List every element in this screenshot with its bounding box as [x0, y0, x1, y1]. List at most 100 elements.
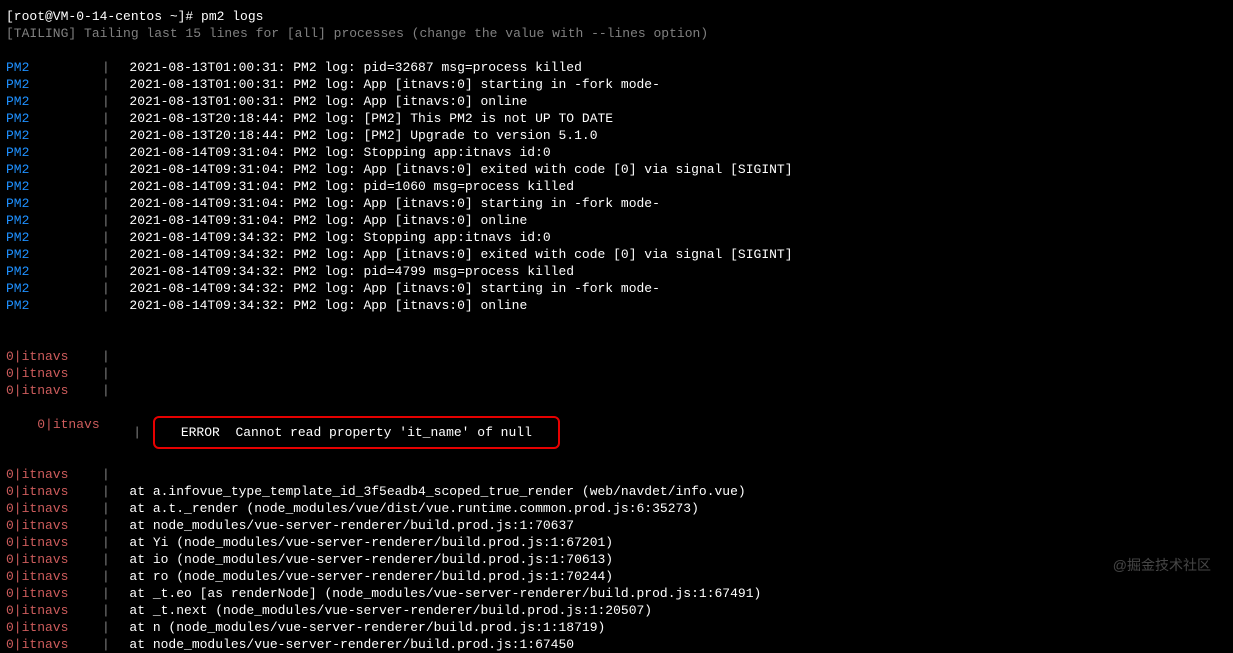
- error-log-line: 0|itnavs| at _t.next (node_modules/vue-s…: [6, 602, 1227, 619]
- error-log-line: 0|itnavs|: [6, 365, 1227, 382]
- blank-line: [6, 331, 1227, 348]
- log-message: 2021-08-14T09:34:32: PM2 log: App [itnav…: [114, 298, 527, 313]
- separator-pipe: |: [102, 280, 110, 297]
- pm2-log-line: PM2| 2021-08-14T09:31:04: PM2 log: App […: [6, 212, 1227, 229]
- log-message: 2021-08-14T09:31:04: PM2 log: pid=1060 m…: [114, 179, 574, 194]
- error-app-label: 0|itnavs: [6, 483, 102, 500]
- log-message: at a.t._render (node_modules/vue/dist/vu…: [114, 501, 699, 516]
- error-log-line: 0|itnavs| at a.infovue_type_template_id_…: [6, 483, 1227, 500]
- log-message: 2021-08-14T09:34:32: PM2 log: Stopping a…: [114, 230, 551, 245]
- pm2-log-line: PM2| 2021-08-14T09:31:04: PM2 log: pid=1…: [6, 178, 1227, 195]
- log-message: at n (node_modules/vue-server-renderer/b…: [114, 620, 605, 635]
- pm2-app-label: PM2: [6, 59, 102, 76]
- pm2-app-label: PM2: [6, 110, 102, 127]
- pm2-log-line: PM2| 2021-08-13T01:00:31: PM2 log: pid=3…: [6, 59, 1227, 76]
- separator-pipe: |: [102, 144, 110, 161]
- pm2-log-block: PM2| 2021-08-13T01:00:31: PM2 log: pid=3…: [6, 59, 1227, 314]
- pm2-app-label: PM2: [6, 297, 102, 314]
- error-log-line: 0|itnavs| at n (node_modules/vue-server-…: [6, 619, 1227, 636]
- pm2-app-label: PM2: [6, 195, 102, 212]
- error-log-line: 0|itnavs| at io (node_modules/vue-server…: [6, 551, 1227, 568]
- pm2-log-line: PM2| 2021-08-14T09:34:32: PM2 log: App […: [6, 297, 1227, 314]
- error-after-blank: 0|itnavs|: [6, 466, 1227, 483]
- separator-pipe: |: [133, 424, 141, 441]
- separator-pipe: |: [102, 466, 110, 483]
- error-log-line: 0|itnavs|: [6, 348, 1227, 365]
- separator-pipe: |: [102, 500, 110, 517]
- error-log-line: 0|itnavs| at node_modules/vue-server-ren…: [6, 636, 1227, 653]
- error-log-line: 0|itnavs| at ro (node_modules/vue-server…: [6, 568, 1227, 585]
- error-app-label: 0|itnavs: [6, 602, 102, 619]
- log-message: 2021-08-14T09:31:04: PM2 log: Stopping a…: [114, 145, 551, 160]
- separator-pipe: |: [102, 568, 110, 585]
- log-message: 2021-08-14T09:34:32: PM2 log: App [itnav…: [114, 281, 660, 296]
- error-log-line: 0|itnavs| at node_modules/vue-server-ren…: [6, 517, 1227, 534]
- log-message: 2021-08-14T09:31:04: PM2 log: App [itnav…: [114, 162, 793, 177]
- pm2-log-line: PM2| 2021-08-13T20:18:44: PM2 log: [PM2]…: [6, 110, 1227, 127]
- separator-pipe: |: [102, 534, 110, 551]
- terminal-output: [root@VM-0-14-centos ~]# pm2 logs [TAILI…: [6, 8, 1227, 653]
- pm2-app-label: PM2: [6, 246, 102, 263]
- separator-pipe: |: [102, 263, 110, 280]
- pm2-log-line: PM2| 2021-08-13T20:18:44: PM2 log: [PM2]…: [6, 127, 1227, 144]
- pm2-app-label: PM2: [6, 263, 102, 280]
- error-log-line: 0|itnavs| at a.t._render (node_modules/v…: [6, 500, 1227, 517]
- error-app-label: 0|itnavs: [6, 619, 102, 636]
- separator-pipe: |: [102, 161, 110, 178]
- separator-pipe: |: [102, 483, 110, 500]
- pm2-log-line: PM2| 2021-08-14T09:31:04: PM2 log: App […: [6, 195, 1227, 212]
- log-message: at ro (node_modules/vue-server-renderer/…: [114, 569, 613, 584]
- log-message: at _t.next (node_modules/vue-server-rend…: [114, 603, 652, 618]
- pm2-log-line: PM2| 2021-08-14T09:34:32: PM2 log: Stopp…: [6, 229, 1227, 246]
- error-app-label: 0|itnavs: [37, 416, 133, 433]
- separator-pipe: |: [102, 59, 110, 76]
- pm2-log-line: PM2| 2021-08-14T09:34:32: PM2 log: App […: [6, 280, 1227, 297]
- separator-pipe: |: [102, 110, 110, 127]
- error-app-label: 0|itnavs: [6, 636, 102, 653]
- pm2-log-line: PM2| 2021-08-14T09:34:32: PM2 log: App […: [6, 246, 1227, 263]
- error-app-label: 0|itnavs: [6, 585, 102, 602]
- separator-pipe: |: [102, 365, 110, 382]
- pm2-app-label: PM2: [6, 93, 102, 110]
- error-log-line: 0|itnavs| at _t.eo [as renderNode] (node…: [6, 585, 1227, 602]
- log-message: at node_modules/vue-server-renderer/buil…: [114, 637, 574, 652]
- separator-pipe: |: [102, 229, 110, 246]
- stack-trace-block: 0|itnavs| at a.infovue_type_template_id_…: [6, 483, 1227, 653]
- log-message: 2021-08-14T09:31:04: PM2 log: App [itnav…: [114, 213, 527, 228]
- error-highlight-line: 0|itnavs| ERROR Cannot read property 'it…: [6, 399, 1227, 466]
- log-message: 2021-08-14T09:34:32: PM2 log: App [itnav…: [114, 247, 793, 262]
- error-log-line: 0|itnavs| at Yi (node_modules/vue-server…: [6, 534, 1227, 551]
- error-app-label: 0|itnavs: [6, 365, 102, 382]
- error-log-line: 0|itnavs|: [6, 382, 1227, 399]
- prompt-line: [root@VM-0-14-centos ~]# pm2 logs: [6, 8, 1227, 25]
- log-message: 2021-08-14T09:31:04: PM2 log: App [itnav…: [114, 196, 660, 211]
- pm2-log-line: PM2| 2021-08-14T09:31:04: PM2 log: App […: [6, 161, 1227, 178]
- pm2-app-label: PM2: [6, 212, 102, 229]
- error-app-label: 0|itnavs: [6, 517, 102, 534]
- separator-pipe: |: [102, 585, 110, 602]
- tailing-line: [TAILING] Tailing last 15 lines for [all…: [6, 25, 1227, 42]
- pm2-app-label: PM2: [6, 144, 102, 161]
- log-message: at node_modules/vue-server-renderer/buil…: [114, 518, 574, 533]
- pm2-app-label: PM2: [6, 178, 102, 195]
- error-app-label: 0|itnavs: [6, 500, 102, 517]
- log-message: at Yi (node_modules/vue-server-renderer/…: [114, 535, 613, 550]
- pm2-app-label: PM2: [6, 280, 102, 297]
- separator-pipe: |: [102, 551, 110, 568]
- error-highlight-box: ERROR Cannot read property 'it_name' of …: [153, 416, 560, 449]
- separator-pipe: |: [102, 602, 110, 619]
- pm2-app-label: PM2: [6, 229, 102, 246]
- log-message: 2021-08-13T01:00:31: PM2 log: pid=32687 …: [114, 60, 582, 75]
- pm2-log-line: PM2| 2021-08-14T09:34:32: PM2 log: pid=4…: [6, 263, 1227, 280]
- blank-line: [6, 314, 1227, 331]
- blank-line: [6, 42, 1227, 59]
- error-app-label: 0|itnavs: [6, 382, 102, 399]
- pm2-app-label: PM2: [6, 76, 102, 93]
- error-app-label: 0|itnavs: [6, 348, 102, 365]
- separator-pipe: |: [102, 636, 110, 653]
- error-app-label: 0|itnavs: [6, 534, 102, 551]
- log-message: at io (node_modules/vue-server-renderer/…: [114, 552, 613, 567]
- separator-pipe: |: [102, 348, 110, 365]
- error-blank-lines: 0|itnavs|0|itnavs|0|itnavs|: [6, 348, 1227, 399]
- separator-pipe: |: [102, 382, 110, 399]
